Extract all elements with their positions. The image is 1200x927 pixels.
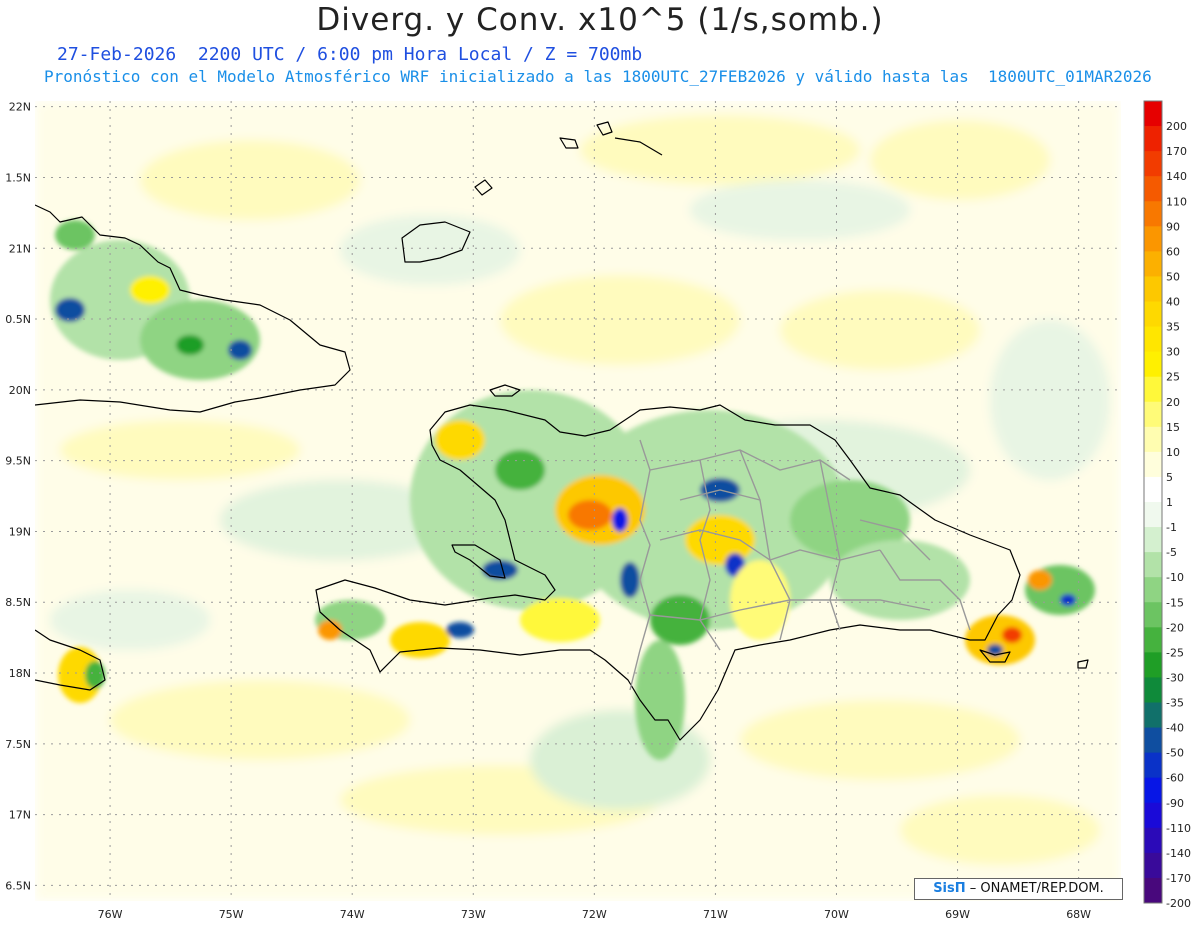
lon-tick-label: 70W <box>824 908 849 921</box>
lat-tick-label: 1.5N <box>5 171 31 184</box>
colorbar-swatch <box>1144 401 1162 428</box>
lon-tick-label: 73W <box>461 908 486 921</box>
colorbar-label: 140 <box>1166 170 1187 183</box>
colorbar-swatch <box>1144 552 1162 578</box>
colorbar-label: 60 <box>1166 245 1180 258</box>
lat-tick-label: 20N <box>9 384 31 397</box>
colorbar-label: 110 <box>1166 195 1187 208</box>
colorbar-swatch <box>1144 502 1162 528</box>
colorbar-label: -170 <box>1166 872 1191 885</box>
colorbar-swatch <box>1144 101 1162 127</box>
colorbar-label: -5 <box>1166 546 1177 559</box>
divergence-map: 76W 75W 74W 73W 72W 71W 70W 69W 68W 22N 1.5N 21N 0.… <box>5 100 1191 921</box>
colorbar-label: -50 <box>1166 747 1184 760</box>
colorbar-label: 170 <box>1166 145 1187 158</box>
colorbar-swatch <box>1144 802 1162 829</box>
colorbar-label: -90 <box>1166 797 1184 810</box>
lat-tick-label: 19N <box>9 525 31 538</box>
colorbar-label: -140 <box>1166 847 1191 860</box>
lat-tick-label: 0.5N <box>5 313 31 326</box>
colorbar-swatch <box>1144 376 1162 403</box>
colorbar-label: -40 <box>1166 722 1184 735</box>
colorbar-label: 90 <box>1166 220 1180 233</box>
divergence-field <box>35 101 1121 901</box>
colorbar-label: 35 <box>1166 321 1180 334</box>
colorbar-label: 15 <box>1166 421 1180 434</box>
longitude-tick-labels: 76W 75W 74W 73W 72W 71W 70W 69W 68W <box>98 908 1092 921</box>
colorbar-label: 40 <box>1166 296 1180 309</box>
colorbar-swatch <box>1144 652 1162 678</box>
colorbar-swatch <box>1144 226 1162 252</box>
colorbar-label: 1 <box>1166 496 1173 509</box>
lon-tick-label: 74W <box>340 908 365 921</box>
colorbar-swatch <box>1144 176 1162 202</box>
colorbar-swatch <box>1144 877 1162 904</box>
colorbar-swatch <box>1144 677 1162 703</box>
colorbar-label: -30 <box>1166 671 1184 684</box>
colorbar-label: 30 <box>1166 346 1180 359</box>
colorbar-swatch <box>1144 602 1162 628</box>
colorbar-swatch <box>1144 451 1162 478</box>
colorbar-swatch <box>1144 301 1162 328</box>
colorbar-label: 50 <box>1166 270 1180 283</box>
colorbar-label: 25 <box>1166 371 1180 384</box>
colorbar-label: 20 <box>1166 396 1180 409</box>
colorbar-label: -1 <box>1166 521 1177 534</box>
lat-tick-label: 17N <box>9 809 31 822</box>
colorbar-swatch <box>1144 201 1162 227</box>
latitude-tick-labels: 22N 1.5N 21N 0.5N 20N 9.5N 19N 8.5N 18N 7.5N 17N 6.… <box>5 101 31 893</box>
lat-tick-label: 9.5N <box>5 455 31 468</box>
colorbar-swatch <box>1144 627 1162 653</box>
lat-tick-label: 6.5N <box>5 879 31 892</box>
sispi-logo-text: SisΠ <box>933 881 966 896</box>
lon-tick-label: 75W <box>219 908 244 921</box>
colorbar-swatch <box>1144 777 1162 804</box>
colorbar-label: 5 <box>1166 471 1173 484</box>
colorbar-swatch <box>1144 326 1162 353</box>
colorbar-label: -60 <box>1166 772 1184 785</box>
colorbar-label: -35 <box>1166 697 1184 710</box>
credit-text: – ONAMET/REP.DOM. <box>969 881 1104 896</box>
colorbar-label: -10 <box>1166 571 1184 584</box>
colorbar-swatch <box>1144 752 1162 779</box>
credit-box: SisΠ – ONAMET/REP.DOM. <box>914 878 1123 900</box>
colorbar-swatch <box>1144 151 1162 177</box>
colorbar-swatch <box>1144 476 1162 503</box>
colorbar-label: 10 <box>1166 446 1180 459</box>
lon-tick-label: 72W <box>582 908 607 921</box>
lat-tick-label: 8.5N <box>5 596 31 609</box>
colorbar-label: -15 <box>1166 596 1184 609</box>
colorbar-swatch <box>1144 251 1162 277</box>
colorbar-swatch <box>1144 426 1162 453</box>
colorbar-swatch <box>1144 702 1162 729</box>
colorbar-label: -20 <box>1166 621 1184 634</box>
colorbar-swatch <box>1144 527 1162 553</box>
colorbar-swatch <box>1144 827 1162 854</box>
colorbar-swatch <box>1144 351 1162 378</box>
colorbar-swatch <box>1144 276 1162 302</box>
colorbar-legend: 200 170 140 110 90 60 50 40 35 30 25 20 15 10 5 1 -1 -5 -1… <box>1143 100 1191 910</box>
lon-tick-label: 76W <box>98 908 123 921</box>
lat-tick-label: 22N <box>9 101 31 114</box>
colorbar-swatch <box>1144 577 1162 603</box>
lon-tick-label: 71W <box>703 908 728 921</box>
lat-tick-label: 18N <box>9 667 31 680</box>
lat-tick-label: 7.5N <box>5 738 31 751</box>
lat-tick-label: 21N <box>9 242 31 255</box>
colorbar-swatch <box>1144 727 1162 754</box>
colorbar-label: -25 <box>1166 646 1184 659</box>
colorbar-label: 200 <box>1166 120 1187 133</box>
colorbar-label: -110 <box>1166 822 1191 835</box>
colorbar-swatch <box>1144 852 1162 879</box>
lon-tick-label: 68W <box>1066 908 1091 921</box>
colorbar-label: -200 <box>1166 897 1191 910</box>
colorbar-swatch <box>1144 126 1162 152</box>
lon-tick-label: 69W <box>945 908 970 921</box>
